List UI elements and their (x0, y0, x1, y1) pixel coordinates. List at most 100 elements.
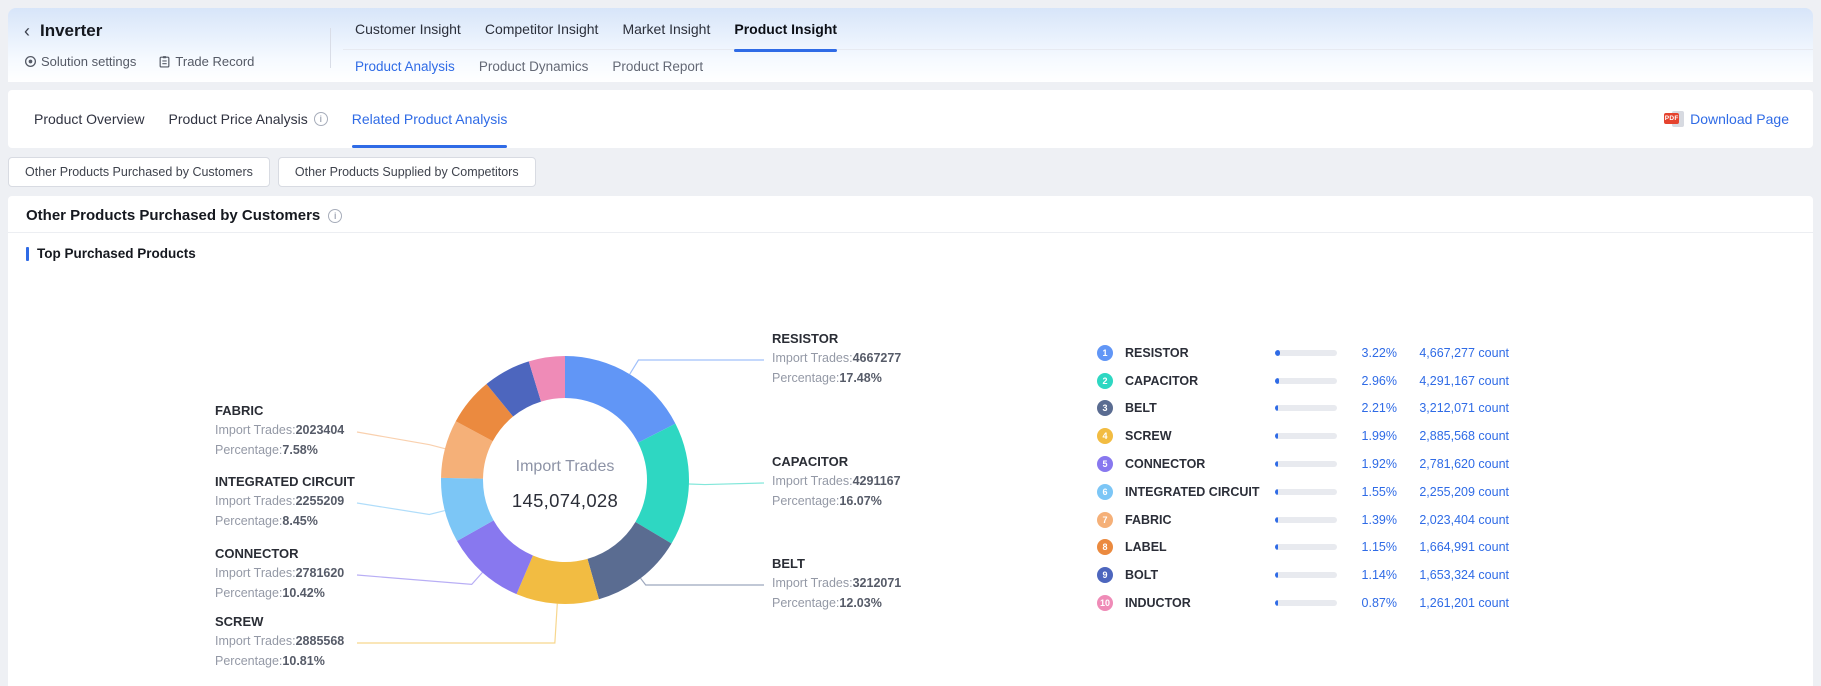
header: ‹ Inverter Solution settings (8, 8, 1813, 82)
callout-percentage: Percentage:10.81% (215, 651, 344, 671)
callout-percentage: Percentage:7.58% (215, 440, 344, 460)
legend-row-fabric[interactable]: 7FABRIC1.39%2,023,404 count (1097, 506, 1509, 534)
leader-line-belt (641, 578, 764, 585)
solution-settings-button[interactable]: Solution settings (24, 54, 136, 69)
share-bar (1275, 600, 1337, 606)
callout-name: INTEGRATED CIRCUIT (215, 473, 355, 491)
share-bar (1275, 544, 1337, 550)
rank-badge: 1 (1097, 345, 1113, 361)
trade-count: 4,667,277 count (1397, 346, 1509, 360)
pdf-icon: PDF (1664, 111, 1684, 127)
settings-icon (24, 55, 37, 68)
legend-row-inductor[interactable]: 10INDUCTOR0.87%1,261,201 count (1097, 589, 1509, 617)
share-bar (1275, 461, 1337, 467)
legend-name: RESISTOR (1125, 346, 1275, 360)
callout-trades: Import Trades:3212071 (772, 573, 901, 593)
leader-line-capacitor (689, 483, 764, 485)
analysis-tab-related-product-analysis-label: Related Product Analysis (352, 111, 508, 127)
trade-count: 4,291,167 count (1397, 374, 1509, 388)
legend-name: INTEGRATED CIRCUIT (1125, 485, 1275, 499)
trade-record-label: Trade Record (175, 54, 254, 69)
subtab-product-dynamics-label: Product Dynamics (479, 59, 589, 74)
main-panel: Other Products Purchased by Customers i … (8, 196, 1813, 686)
callout-name: RESISTOR (772, 330, 901, 348)
share-percent: 2.21% (1337, 401, 1397, 415)
callout-trades: Import Trades:4291167 (772, 471, 901, 491)
legend-name: LABEL (1125, 540, 1275, 554)
rank-badge: 5 (1097, 456, 1113, 472)
callout-screw: SCREWImport Trades:2885568Percentage:10.… (215, 613, 344, 671)
filter-button-other-products-supplied-by-competitors[interactable]: Other Products Supplied by Competitors (278, 157, 536, 187)
callout-percentage: Percentage:16.07% (772, 491, 901, 511)
share-bar (1275, 489, 1337, 495)
document-icon (158, 55, 171, 68)
rank-badge: 9 (1097, 567, 1113, 583)
trade-count: 2,023,404 count (1397, 513, 1509, 527)
donut-slice-resistor[interactable] (565, 356, 675, 443)
share-percent: 1.55% (1337, 485, 1397, 499)
rank-badge: 8 (1097, 539, 1113, 555)
product-sub-tabs: Product Analysis Product Dynamics Product … (343, 50, 1813, 82)
callout-trades: Import Trades:2255209 (215, 491, 355, 511)
legend-row-resistor[interactable]: 1 RESISTOR 3.22%4,667,277 count (1097, 339, 1509, 367)
center-label-text: Import Trades (465, 458, 665, 476)
subtab-product-dynamics[interactable]: Product Dynamics (467, 59, 601, 74)
callout-name: FABRIC (215, 402, 344, 420)
share-percent: 3.22% (1337, 346, 1397, 360)
share-bar (1275, 572, 1337, 578)
rank-badge: 4 (1097, 428, 1113, 444)
leader-line-connector (357, 572, 482, 584)
legend-row-bolt[interactable]: 9BOLT1.14%1,653,324 count (1097, 561, 1509, 589)
legend-row-belt[interactable]: 3BELT2.21%3,212,071 count (1097, 395, 1509, 423)
tab-market-insight[interactable]: Market Insight (610, 8, 722, 50)
analysis-tab-product-overview[interactable]: Product Overview (22, 90, 156, 148)
callout-name: SCREW (215, 613, 344, 631)
tab-product-insight[interactable]: Product Insight (722, 8, 849, 50)
callout-percentage: Percentage:10.42% (215, 583, 344, 603)
download-page-link[interactable]: PDF Download Page (1664, 90, 1789, 148)
legend-row-screw[interactable]: 4SCREW1.99%2,885,568 count (1097, 422, 1509, 450)
donut-center-label: Import Trades 145,074,028 (465, 458, 665, 512)
center-label-value: 145,074,028 (465, 490, 665, 512)
trade-record-button[interactable]: Trade Record (158, 54, 254, 69)
legend-row-label[interactable]: 8LABEL1.15%1,664,991 count (1097, 534, 1509, 562)
tab-customer-insight[interactable]: Customer Insight (343, 8, 473, 50)
analysis-tab-product-price-analysis[interactable]: Product Price Analysisi (156, 90, 339, 148)
share-percent: 0.87% (1337, 596, 1397, 610)
tab-customer-insight-label: Customer Insight (355, 21, 461, 37)
subtab-product-analysis[interactable]: Product Analysis (343, 59, 467, 74)
leader-line-resistor (630, 360, 764, 374)
callout-percentage: Percentage:12.03% (772, 593, 901, 613)
leader-line-screw (357, 604, 557, 643)
download-page-label: Download Page (1690, 111, 1789, 127)
callout-capacitor: CAPACITORImport Trades:4291167Percentage… (772, 453, 901, 511)
filter-buttons: Other Products Purchased by Customers Oth… (8, 157, 536, 187)
subtab-product-report[interactable]: Product Report (600, 59, 715, 74)
callout-percentage: Percentage:17.48% (772, 368, 901, 388)
callout-name: CAPACITOR (772, 453, 901, 471)
legend-name: FABRIC (1125, 513, 1275, 527)
share-bar (1275, 378, 1337, 384)
legend-row-capacitor[interactable]: 2CAPACITOR2.96%4,291,167 count (1097, 367, 1509, 395)
legend-row-connector[interactable]: 5CONNECTOR1.92%2,781,620 count (1097, 450, 1509, 478)
share-percent: 1.99% (1337, 429, 1397, 443)
legend-row-integrated-circuit[interactable]: 6INTEGRATED CIRCUIT1.55%2,255,209 count (1097, 478, 1509, 506)
leader-line-integrated-circuit (357, 503, 445, 514)
back-button[interactable]: ‹ (24, 22, 30, 40)
callout-trades: Import Trades:2781620 (215, 563, 344, 583)
analysis-tab-related-product-analysis[interactable]: Related Product Analysis (340, 90, 520, 148)
filter-button-other-products-purchased-by-customers[interactable]: Other Products Purchased by Customers (8, 157, 270, 187)
rank-badge: 3 (1097, 400, 1113, 416)
page-title: Inverter (40, 21, 102, 41)
subtab-product-report-label: Product Report (612, 59, 703, 74)
share-bar (1275, 517, 1337, 523)
legend-name: CAPACITOR (1125, 374, 1275, 388)
page: ‹ Inverter Solution settings (0, 0, 1821, 686)
tab-competitor-insight[interactable]: Competitor Insight (473, 8, 611, 50)
trade-count: 2,255,209 count (1397, 485, 1509, 499)
analysis-toolbar: Product OverviewProduct Price Analysisi R… (8, 90, 1813, 148)
tab-market-insight-label: Market Insight (622, 21, 710, 37)
callout-connector: CONNECTORImport Trades:2781620Percentage… (215, 545, 344, 603)
info-icon[interactable]: i (314, 112, 328, 126)
share-percent: 1.39% (1337, 513, 1397, 527)
